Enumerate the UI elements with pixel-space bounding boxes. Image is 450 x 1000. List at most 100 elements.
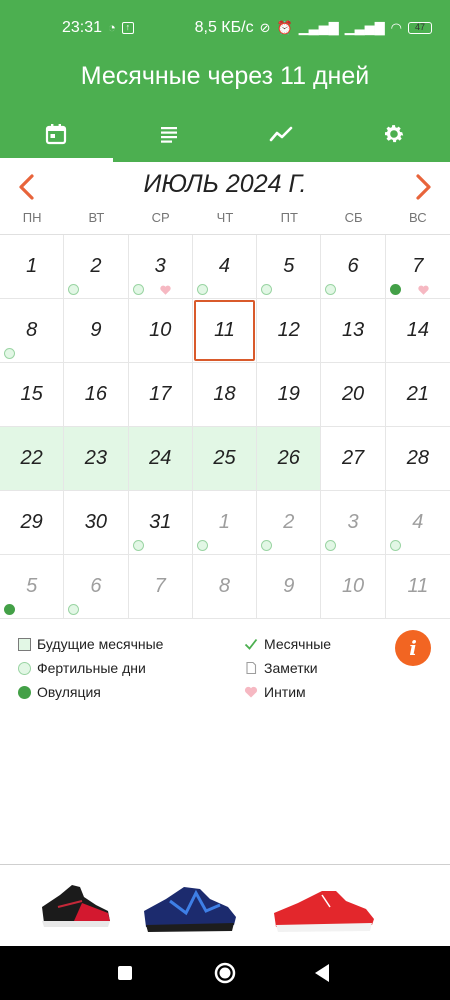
fertile-dot [196,284,208,295]
calendar-day[interactable]: 14 [385,299,450,363]
chevron-right-icon [416,174,431,200]
day-number: 23 [84,447,108,469]
day-number: 4 [218,255,231,277]
calendar-day[interactable]: 5 [257,235,322,299]
calendar-day[interactable]: 9 [257,555,322,619]
calendar-day[interactable]: 9 [64,299,129,363]
tab-settings[interactable] [338,106,450,162]
day-number: 11 [407,575,429,597]
shoe-blue-icon[interactable] [140,877,240,937]
calendar-day[interactable]: 11 [385,555,450,619]
calendar-day[interactable]: 4 [192,235,258,299]
tab-list[interactable] [113,106,226,162]
day-number: 20 [341,383,365,405]
calendar-day[interactable]: 29 [0,491,65,555]
calendar-day[interactable]: 13 [321,299,386,363]
day-number: 13 [341,319,365,341]
wifi-icon: ◠ [390,20,402,35]
tab-chart[interactable] [225,106,338,162]
weekday-header: ПН ВТ СР ЧТ ПТ СБ ВС [0,210,450,234]
day-number: 8 [26,319,38,341]
calendar-day[interactable]: 10 [321,555,386,619]
day-number: 5 [26,575,38,597]
day-number: 1 [218,511,231,533]
shoe-red-icon[interactable] [270,877,380,937]
day-number: 3 [154,255,166,277]
calendar-day[interactable]: 8 [0,299,65,363]
fertile-dot [132,284,144,295]
calendar-day[interactable]: 1 [192,491,258,555]
calendar-day[interactable]: 7 [128,555,193,619]
ad-banner[interactable] [0,864,450,946]
calendar-day[interactable]: 15 [0,363,65,427]
calendar-day[interactable]: 7 [385,235,450,299]
day-number: 30 [84,511,108,533]
fertile-dot [196,540,208,551]
home-button[interactable] [213,961,237,985]
system-navigation-bar [0,946,450,1000]
calendar-day[interactable]: 3 [128,235,193,299]
signal-2-icon: ▁▃▅▇ [344,20,385,35]
calendar-day[interactable]: 6 [64,555,129,619]
calendar-day[interactable]: 22 [0,427,65,491]
legend-label: Будущие месячные [37,636,164,652]
calendar-day[interactable]: 2 [64,235,129,299]
back-button[interactable] [313,963,331,983]
future-periods-swatch [18,637,31,651]
status-left: 23:31 ◔ ↑ [62,19,134,37]
fertile-dot [325,284,337,295]
calendar-day[interactable]: 8 [192,555,258,619]
calendar-day[interactable]: 20 [321,363,386,427]
calendar-day[interactable]: 1 [0,235,65,299]
day-number: 11 [214,319,235,341]
day-number: 9 [90,319,102,341]
day-number: 28 [406,447,429,469]
calendar-day[interactable]: 19 [257,363,322,427]
calendar-day[interactable]: 4 [385,491,450,555]
recents-button[interactable] [117,965,133,981]
calendar-day[interactable]: 26 [257,427,322,491]
fertile-dot [68,604,80,615]
shoe-black-red-icon[interactable] [38,877,114,933]
weekday-label: СБ [344,210,363,225]
next-month-button[interactable] [408,172,438,202]
calendar-day[interactable]: 28 [385,427,450,491]
legend-label: Интим [264,684,306,700]
day-number: 24 [149,447,172,469]
calendar-day[interactable]: 30 [64,491,129,555]
calendar-day-today[interactable]: 11 [192,299,258,363]
calendar-day[interactable]: 3 [321,491,386,555]
day-number: 4 [412,511,424,533]
calendar-day[interactable]: 25 [192,427,258,491]
legend-label: Месячные [264,636,332,652]
fertile-days-swatch [18,661,31,675]
legend-label: Заметки [264,660,318,676]
weekday-label: ВС [409,210,427,225]
info-button[interactable]: i [395,630,431,666]
day-number: 10 [341,575,365,597]
ovulation-dot [4,604,15,615]
chart-icon [269,126,293,142]
calendar-day[interactable]: 2 [257,491,322,555]
legend-column-right: Месячные Заметки Интим [244,632,331,704]
calendar-day[interactable]: 16 [64,363,129,427]
calendar-day[interactable]: 6 [321,235,386,299]
tab-calendar[interactable] [0,106,113,162]
day-number: 7 [412,255,424,277]
calendar-day[interactable]: 12 [257,299,322,363]
calendar-day[interactable]: 5 [0,555,65,619]
calendar-day[interactable]: 24 [128,427,193,491]
calendar-day[interactable]: 18 [192,363,258,427]
calendar-day[interactable]: 17 [128,363,193,427]
day-number: 5 [283,255,295,277]
day-number: 9 [283,575,295,597]
calendar-day[interactable]: 21 [385,363,450,427]
fertile-dot [4,348,15,359]
calendar-day[interactable]: 23 [64,427,129,491]
calendar-day[interactable]: 10 [128,299,193,363]
app-header: Месячные через 11 дней [0,44,450,162]
calendar-day[interactable]: 31 [128,491,193,555]
calendar-day[interactable]: 27 [321,427,386,491]
note-icon [246,661,257,675]
network-speed: 8,5 КБ/с [194,19,254,36]
